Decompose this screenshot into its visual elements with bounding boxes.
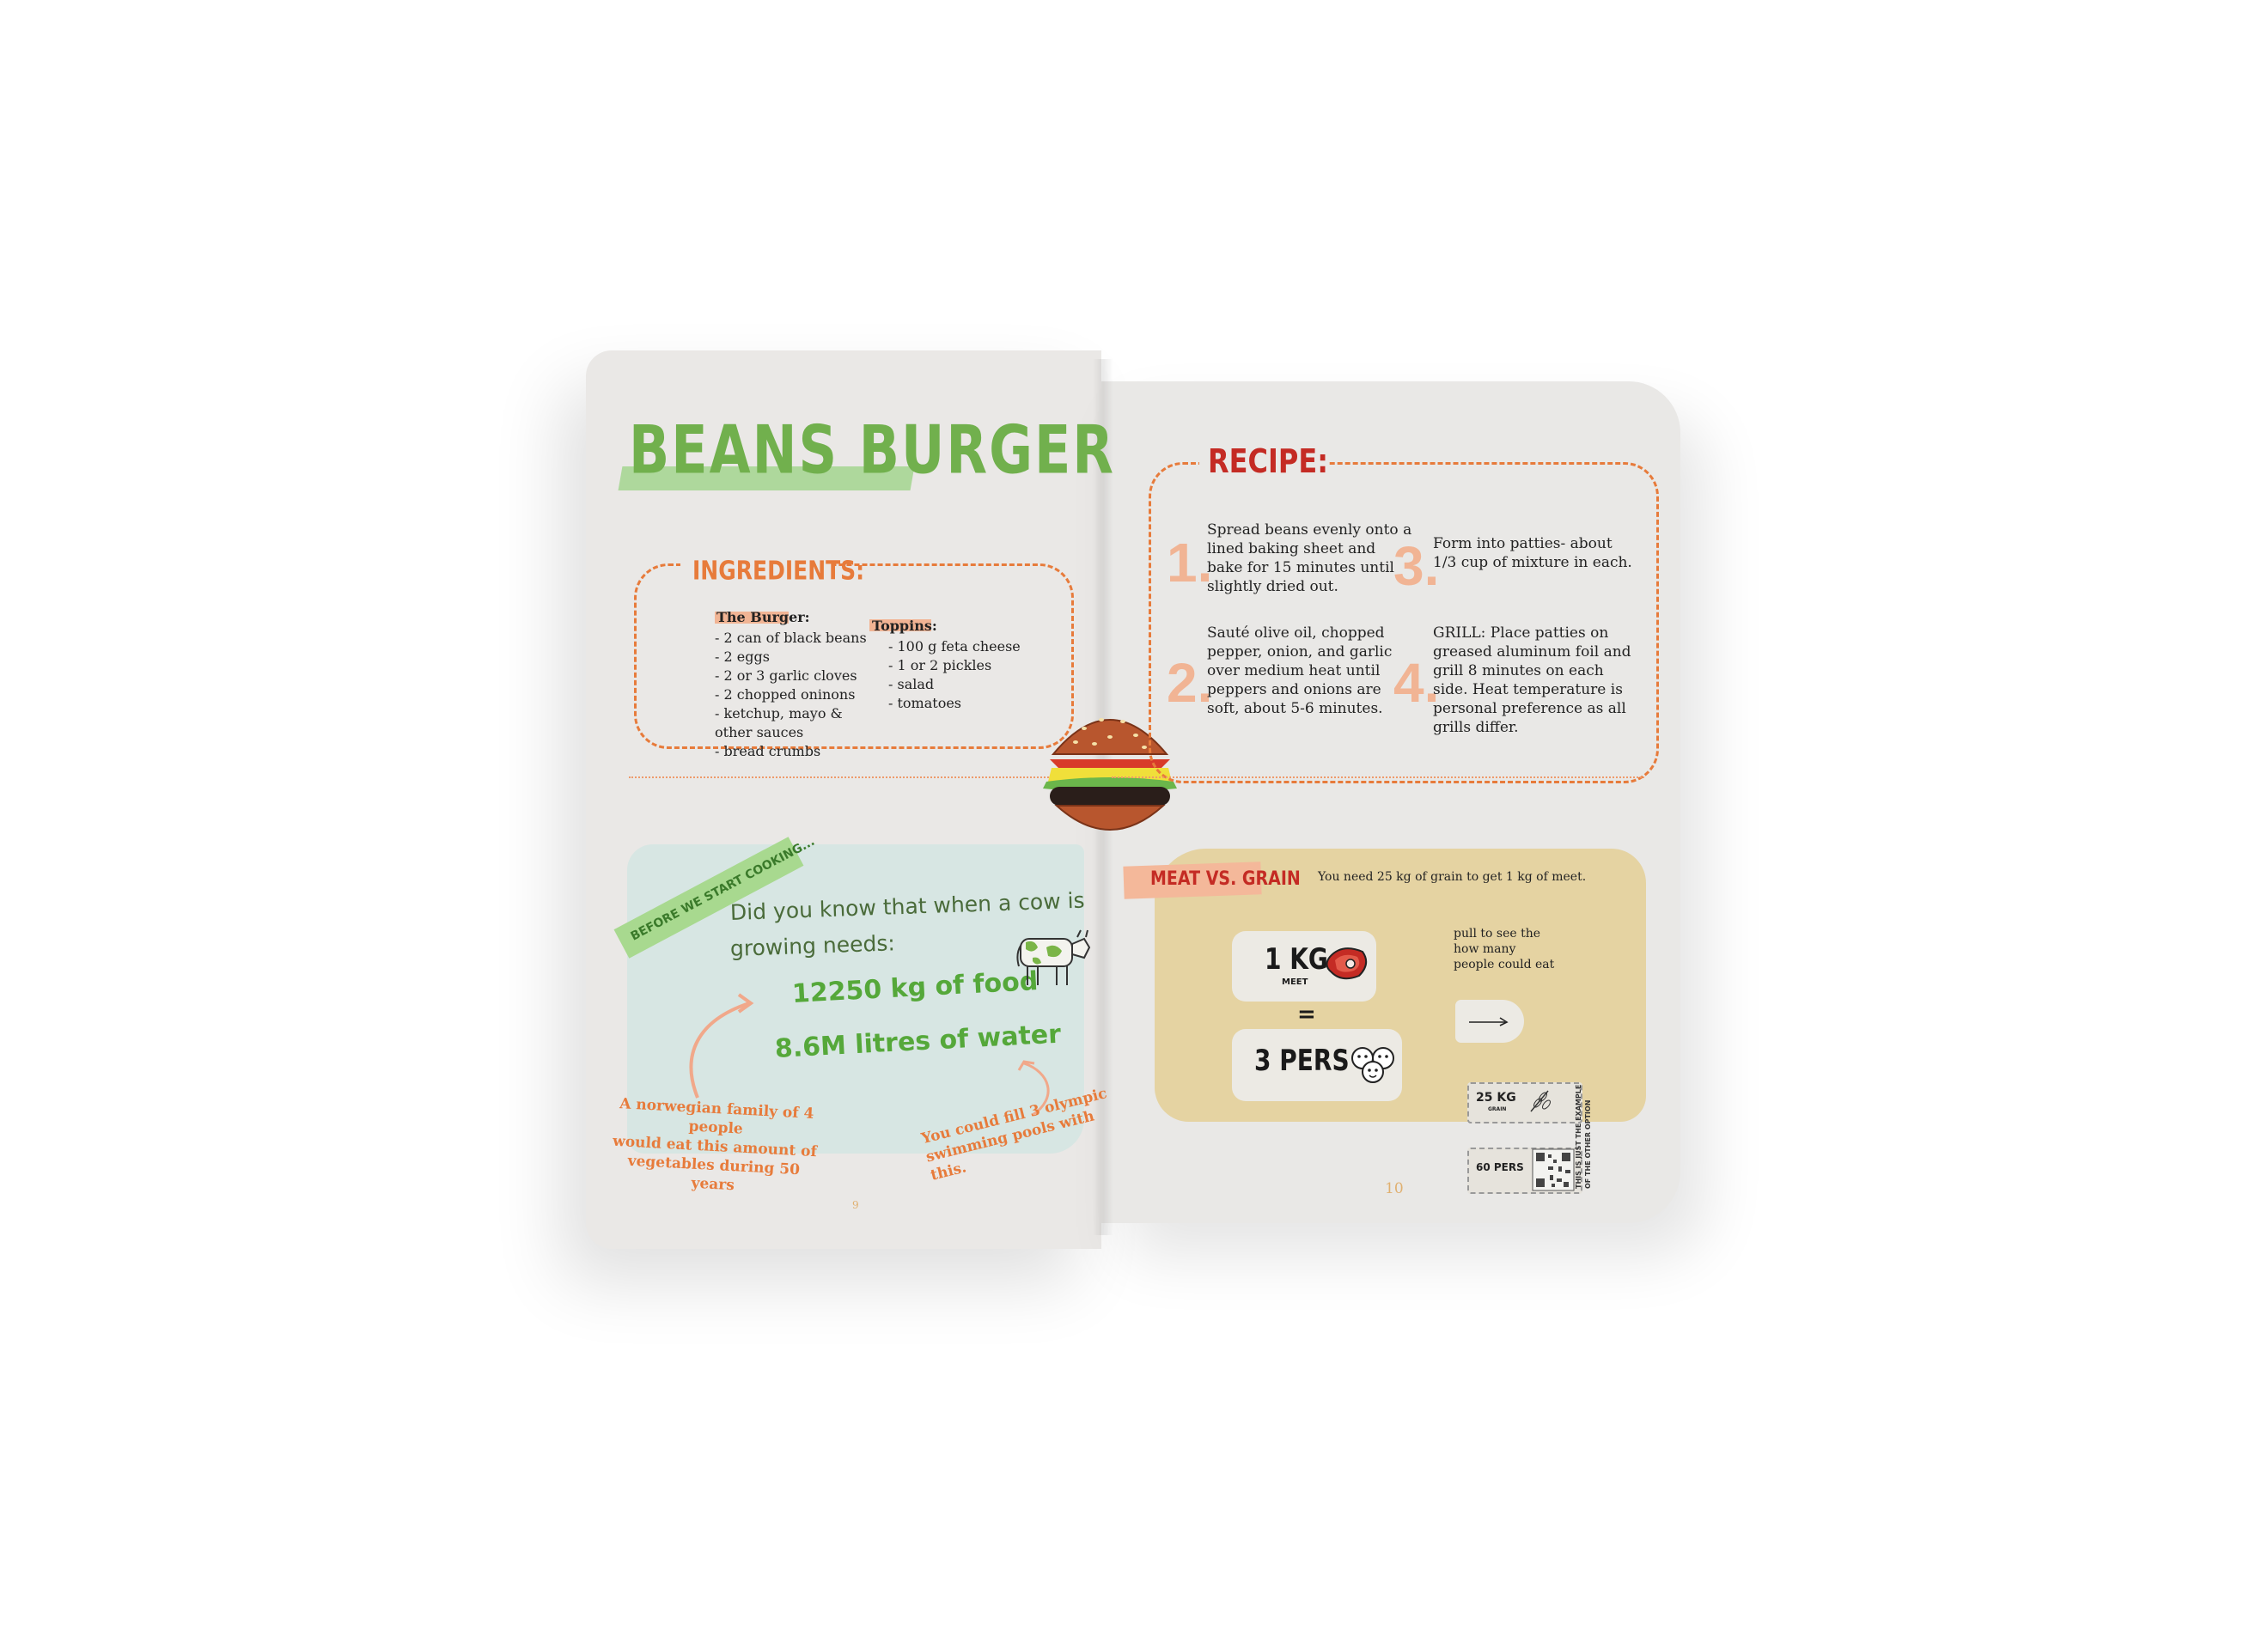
- step-number: 1.: [1167, 532, 1213, 594]
- pull-tab[interactable]: [1455, 1000, 1524, 1043]
- side-note: THIS IS JUST THE EXAMPLE OF THE OTHER OP…: [1574, 1085, 1593, 1189]
- list-item: - salad: [888, 676, 935, 692]
- burger-heading: The Burger:: [716, 609, 810, 625]
- qr-code-icon: [1532, 1148, 1575, 1191]
- step-line: side. Heat temperature is: [1433, 681, 1623, 698]
- step-line: lined baking sheet and: [1207, 540, 1376, 557]
- step-line: pepper, onion, and garlic: [1207, 643, 1393, 661]
- step-line: slightly dried out.: [1207, 578, 1338, 595]
- burger-list: - 2 can of black beans - 2 eggs - 2 or 3…: [715, 629, 867, 761]
- list-item: - ketchup, mayo &: [715, 705, 843, 722]
- pull-line: people could eat: [1454, 958, 1555, 971]
- step-line: Spread beans evenly onto a: [1207, 521, 1412, 539]
- page-number-right: 10: [1385, 1180, 1404, 1197]
- step-line: grill 8 minutes on each: [1433, 662, 1604, 679]
- step-line: Sauté olive oil, chopped: [1207, 624, 1385, 642]
- divider-line: [629, 776, 1093, 778]
- pull-line: pull to see the: [1454, 927, 1541, 941]
- pull-text: pull to see the how many people could ea…: [1454, 926, 1554, 972]
- step-line: personal preference as all: [1433, 700, 1626, 717]
- step-line: greased aluminum foil and: [1433, 643, 1631, 661]
- recipe-heading: RECIPE:: [1208, 441, 1328, 481]
- step-line: bake for 15 minutes until: [1207, 559, 1394, 576]
- step-text: Form into patties- about 1/3 cup of mixt…: [1433, 534, 1632, 572]
- page-number-left: 9: [852, 1199, 859, 1211]
- ingredients-heading: INGREDIENTS:: [692, 556, 865, 586]
- arrow-icon: [689, 993, 754, 1099]
- arrow-icon: [1469, 1017, 1509, 1026]
- list-item: - 2 eggs: [715, 648, 770, 665]
- step-line: GRILL: Place patties on: [1433, 624, 1609, 642]
- list-item: other sauces: [715, 724, 804, 740]
- step-line: Form into patties- about: [1433, 535, 1613, 552]
- mini-grain-value: 25 KG: [1476, 1091, 1516, 1105]
- step-line: grills differ.: [1433, 719, 1519, 736]
- page-title: BEANS BURGER: [629, 411, 1116, 490]
- mini-grain-sub: GRAIN: [1488, 1106, 1507, 1112]
- cow-illustration: [1016, 929, 1091, 985]
- note-family: A norwegian family of 4 people would eat…: [609, 1094, 820, 1199]
- step-line: 1/3 cup of mixture in each.: [1433, 554, 1632, 571]
- side-note-line: THIS IS JUST THE EXAMPLE: [1575, 1084, 1582, 1189]
- meat-card-value: 1 KG: [1265, 941, 1328, 977]
- wheat-icon: [1530, 1090, 1551, 1112]
- pull-line: how many: [1454, 942, 1516, 956]
- step-line: peppers and onions are: [1207, 681, 1381, 698]
- equals-sign: =: [1297, 1002, 1316, 1027]
- list-item: - 2 or 3 garlic cloves: [715, 667, 857, 684]
- meat-tag: MEAT VS. GRAIN: [1150, 868, 1301, 890]
- meat-card-sub: MEET: [1282, 977, 1308, 987]
- list-item: - bread crumbs: [715, 743, 821, 759]
- steak-icon: [1326, 947, 1368, 980]
- toppings-list: - 100 g feta cheese - 1 or 2 pickles - s…: [888, 637, 1021, 713]
- step-line: soft, about 5-6 minutes.: [1207, 700, 1383, 717]
- toppings-heading: Toppins:: [872, 618, 937, 634]
- list-item: - 100 g feta cheese: [888, 638, 1021, 655]
- step-line: over medium heat until: [1207, 662, 1381, 679]
- list-item: - tomatoes: [888, 695, 962, 711]
- step-number: 2.: [1167, 652, 1213, 714]
- mini-pers-value: 60 PERS: [1476, 1161, 1524, 1173]
- booklet-spread: BEANS BURGER INGREDIENTS: The Burger: - …: [586, 350, 1680, 1249]
- pers-card-value: 3 PERS: [1254, 1043, 1350, 1078]
- list-item: - 2 can of black beans: [715, 630, 867, 646]
- list-item: - 1 or 2 pickles: [888, 657, 992, 673]
- meat-sentence: You need 25 kg of grain to get 1 kg of m…: [1318, 870, 1587, 884]
- people-faces-icon: [1351, 1047, 1394, 1083]
- step-text: Sauté olive oil, chopped pepper, onion, …: [1207, 624, 1392, 718]
- step-text: GRILL: Place patties on greased aluminum…: [1433, 624, 1631, 737]
- divider-line: [1112, 776, 1644, 778]
- side-note-line: OF THE OTHER OPTION: [1584, 1099, 1592, 1189]
- list-item: - 2 chopped oninons: [715, 686, 856, 703]
- step-text: Spread beans evenly onto a lined baking …: [1207, 521, 1411, 596]
